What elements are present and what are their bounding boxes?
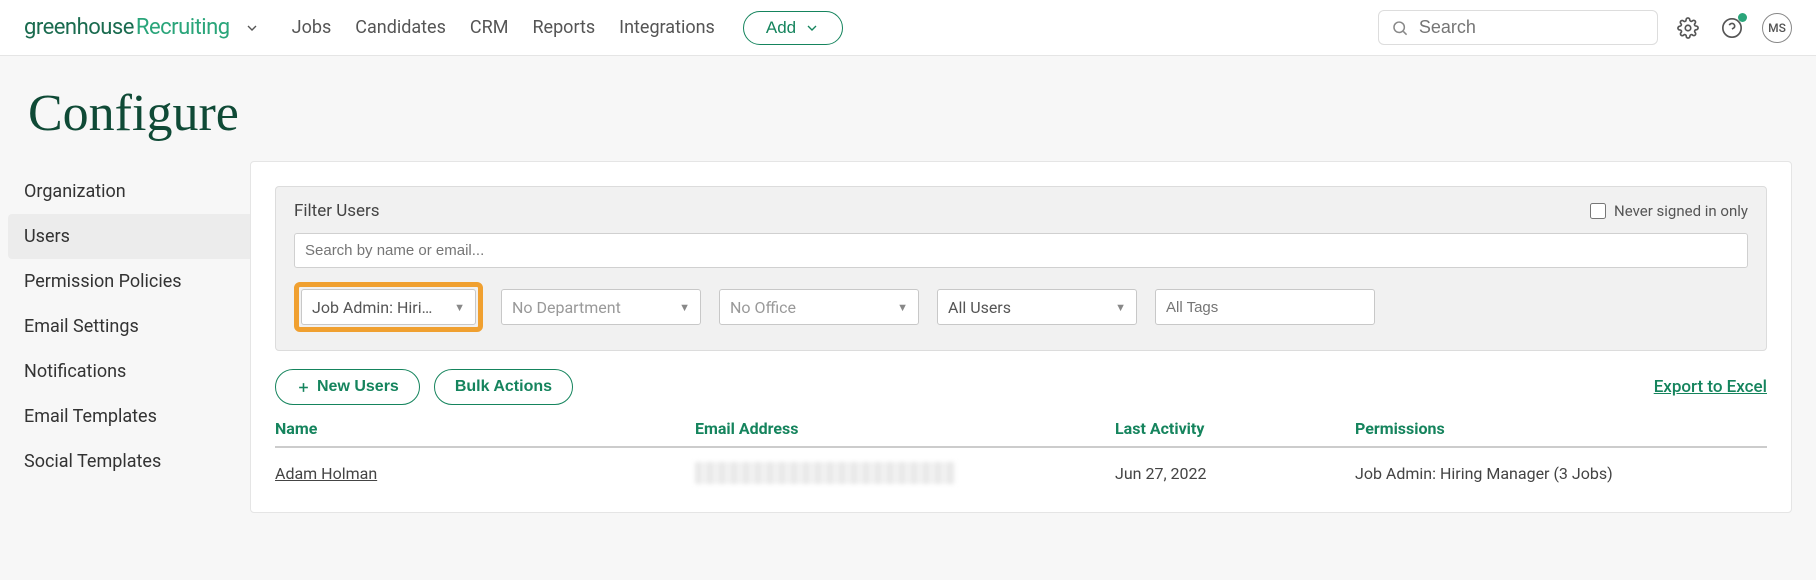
filter-row: Job Admin: Hiri… ▼ No Department ▼ No Of… — [294, 282, 1748, 332]
nav-reports[interactable]: Reports — [532, 17, 595, 38]
sidebar-item-social-templates[interactable]: Social Templates — [8, 439, 250, 484]
avatar[interactable]: MS — [1762, 13, 1792, 43]
main: Configure Organization Users Permission … — [0, 56, 1816, 580]
sidebar-item-label: Social Templates — [24, 451, 161, 472]
never-signed-checkbox[interactable] — [1590, 203, 1606, 219]
page-title: Configure — [0, 56, 1816, 161]
logo-part1: greenhouse — [24, 15, 134, 40]
export-excel-link[interactable]: Export to Excel — [1654, 377, 1767, 397]
global-search[interactable] — [1378, 10, 1658, 45]
sidebar-item-users[interactable]: Users — [8, 214, 250, 259]
role-filter-select[interactable]: Job Admin: Hiri… ▼ — [301, 289, 476, 325]
th-email[interactable]: Email Address — [695, 419, 1115, 438]
add-button-label: Add — [766, 18, 796, 38]
bulk-actions-label: Bulk Actions — [455, 378, 552, 396]
notification-dot-icon — [1738, 13, 1747, 22]
sidebar-item-label: Users — [24, 226, 70, 247]
never-signed-in-toggle[interactable]: Never signed in only — [1590, 202, 1748, 220]
department-filter-select[interactable]: No Department ▼ — [501, 289, 701, 325]
sidebar-item-label: Organization — [24, 181, 126, 202]
nav-candidates[interactable]: Candidates — [355, 17, 446, 38]
chevron-down-icon: ▼ — [1115, 301, 1126, 314]
search-input[interactable] — [1419, 17, 1645, 38]
actions-row: New Users Bulk Actions Export to Excel — [275, 369, 1767, 405]
nav-crm[interactable]: CRM — [470, 17, 509, 38]
avatar-initials: MS — [1768, 21, 1786, 35]
logo-part2: Recruiting — [136, 15, 230, 40]
table-header: Name Email Address Last Activity Permiss… — [275, 419, 1767, 448]
sidebar-item-permission-policies[interactable]: Permission Policies — [8, 259, 250, 304]
nav-links: Jobs Candidates CRM Reports Integrations — [292, 17, 715, 38]
department-filter-value: No Department — [512, 298, 621, 317]
cell-permissions: Job Admin: Hiring Manager (3 Jobs) — [1355, 464, 1767, 483]
add-button[interactable]: Add — [743, 11, 843, 45]
users-filter-select[interactable]: All Users ▼ — [937, 289, 1137, 325]
sidebar-item-organization[interactable]: Organization — [8, 169, 250, 214]
redacted-email — [695, 462, 955, 484]
users-table: Name Email Address Last Activity Permiss… — [275, 419, 1767, 488]
table-row: Adam Holman Jun 27, 2022 Job Admin: Hiri… — [275, 448, 1767, 488]
office-filter-value: No Office — [730, 298, 796, 317]
cell-activity: Jun 27, 2022 — [1115, 464, 1355, 483]
gear-icon — [1677, 17, 1699, 39]
search-icon — [1391, 18, 1409, 38]
filter-panel: Filter Users Never signed in only Job Ad… — [275, 186, 1767, 351]
sidebar-item-label: Notifications — [24, 361, 126, 382]
logo[interactable]: greenhouse Recruiting — [24, 15, 230, 40]
nav-jobs[interactable]: Jobs — [292, 17, 332, 38]
cell-email — [695, 462, 1115, 484]
top-nav: greenhouse Recruiting Jobs Candidates CR… — [0, 0, 1816, 56]
chevron-down-icon: ▼ — [454, 301, 465, 314]
filter-search-input[interactable] — [294, 233, 1748, 268]
nav-integrations[interactable]: Integrations — [619, 17, 715, 38]
content-panel: Filter Users Never signed in only Job Ad… — [250, 161, 1792, 513]
th-name[interactable]: Name — [275, 419, 695, 438]
bulk-actions-button[interactable]: Bulk Actions — [434, 369, 573, 405]
sidebar-item-notifications[interactable]: Notifications — [8, 349, 250, 394]
settings-button[interactable] — [1674, 14, 1702, 42]
user-name-link[interactable]: Adam Holman — [275, 464, 377, 483]
new-users-label: New Users — [317, 378, 399, 396]
sidebar: Organization Users Permission Policies E… — [0, 161, 250, 513]
th-permissions[interactable]: Permissions — [1355, 419, 1767, 438]
sidebar-item-label: Email Templates — [24, 406, 157, 427]
help-button[interactable] — [1718, 14, 1746, 42]
plus-icon — [296, 380, 311, 395]
never-signed-label: Never signed in only — [1614, 202, 1748, 220]
filter-title: Filter Users — [294, 201, 380, 221]
chevron-down-icon: ▼ — [679, 301, 690, 314]
sidebar-item-email-settings[interactable]: Email Settings — [8, 304, 250, 349]
users-filter-value: All Users — [948, 298, 1011, 317]
sidebar-item-email-templates[interactable]: Email Templates — [8, 394, 250, 439]
sidebar-item-label: Permission Policies — [24, 271, 182, 292]
cell-name: Adam Holman — [275, 464, 695, 483]
chevron-down-icon: ▼ — [897, 301, 908, 314]
role-filter-value: Job Admin: Hiri… — [312, 298, 432, 317]
office-filter-select[interactable]: No Office ▼ — [719, 289, 919, 325]
role-filter-highlight: Job Admin: Hiri… ▼ — [294, 282, 483, 332]
chevron-down-icon — [804, 20, 820, 36]
sidebar-item-label: Email Settings — [24, 316, 139, 337]
product-switcher[interactable] — [244, 20, 260, 36]
th-activity[interactable]: Last Activity — [1115, 419, 1355, 438]
topnav-right: MS — [1378, 10, 1792, 45]
new-users-button[interactable]: New Users — [275, 369, 420, 405]
tags-filter-input[interactable] — [1155, 289, 1375, 325]
